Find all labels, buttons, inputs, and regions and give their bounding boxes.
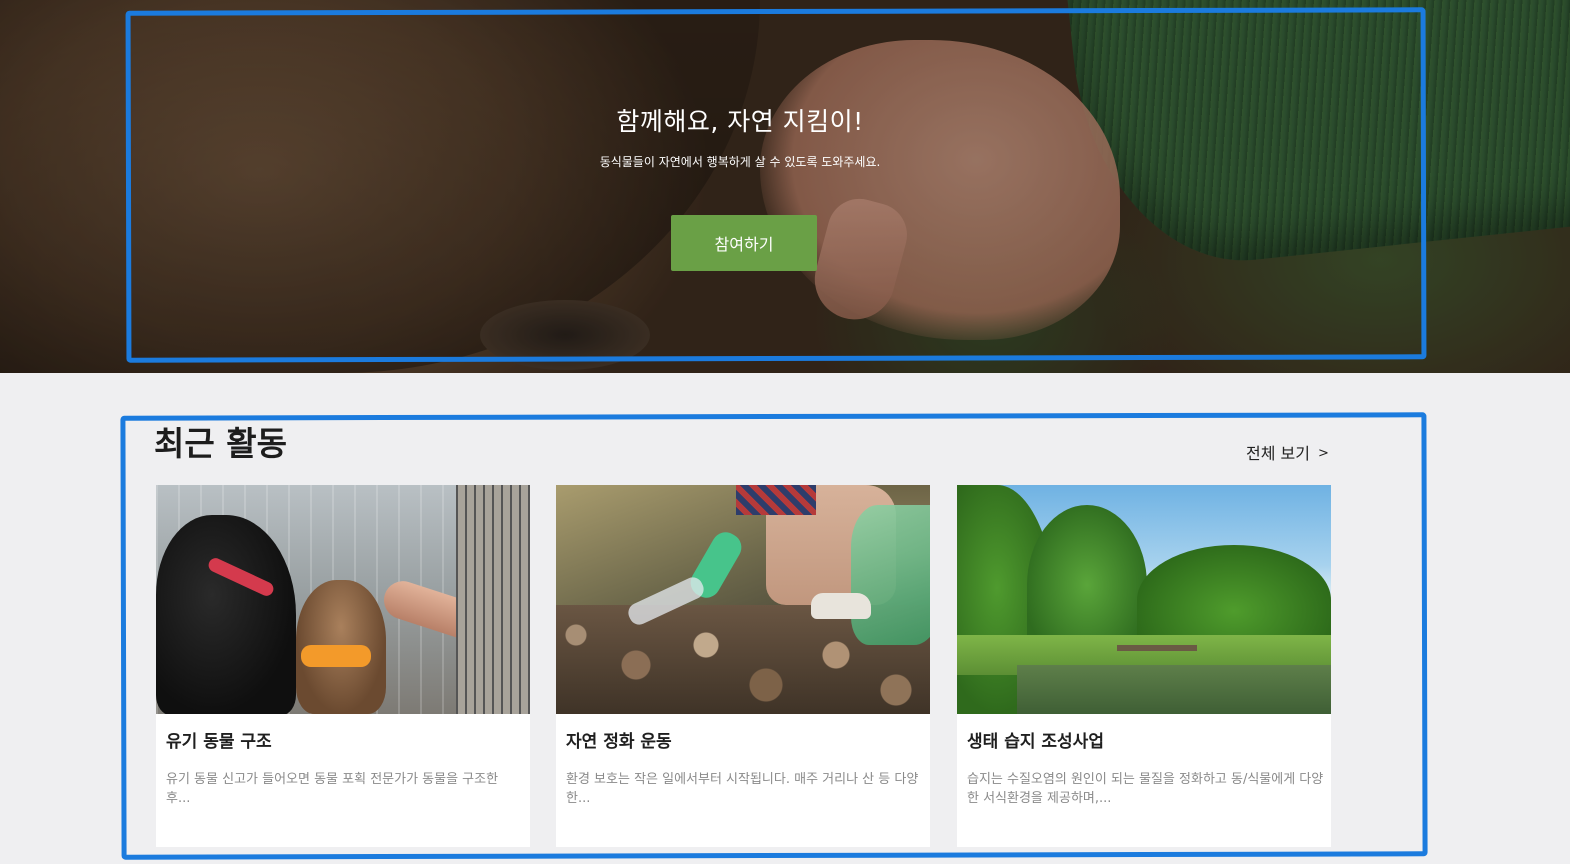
activity-card-nature-cleanup[interactable]: 자연 정화 운동 환경 보호는 작은 일에서부터 시작됩니다. 매주 거리나 산… bbox=[556, 485, 930, 847]
card-description: 습지는 수질오염의 원인이 되는 물질을 정화하고 동/식물에게 다양한 서식환… bbox=[967, 772, 1324, 806]
activity-card-animal-rescue[interactable]: 유기 동물 구조 유기 동물 신고가 들어오면 동물 포획 전문가가 동물을 구… bbox=[156, 485, 530, 847]
sneaker-shape bbox=[811, 593, 871, 619]
chevron-right-icon: > bbox=[1317, 446, 1329, 461]
hero-banner: 함께해요, 자연 지킴이! 동식물들이 자연에서 행복하게 살 수 있도록 도와… bbox=[0, 0, 1570, 373]
section-title: 최근 활동 bbox=[154, 424, 287, 463]
hero-headline: 함께해요, 자연 지킴이! bbox=[616, 107, 864, 136]
card-description: 유기 동물 신고가 들어오면 동물 포획 전문가가 동물을 구조한 후... bbox=[166, 772, 499, 806]
cage-shape bbox=[456, 485, 530, 714]
hero-overlay bbox=[0, 0, 1570, 373]
black-dog-shape bbox=[156, 515, 296, 714]
card-title: 자연 정화 운동 bbox=[566, 732, 672, 752]
wetland-image bbox=[957, 485, 1331, 714]
pond-shape bbox=[1017, 665, 1331, 714]
nature-cleanup-image bbox=[556, 485, 930, 714]
bridge-shape bbox=[1117, 645, 1197, 651]
activity-card-wetland-project[interactable]: 생태 습지 조성사업 습지는 수질오염의 원인이 되는 물질을 정화하고 동/식… bbox=[957, 485, 1331, 847]
orange-bandana-shape bbox=[301, 645, 371, 667]
card-description: 환경 보호는 작은 일에서부터 시작됩니다. 매주 거리나 산 등 다양한... bbox=[566, 772, 919, 806]
card-title: 생태 습지 조성사업 bbox=[967, 732, 1104, 752]
view-all-label: 전체 보기 bbox=[1246, 444, 1310, 463]
plaid-shirt-shape bbox=[736, 485, 816, 515]
hero-subtext: 동식물들이 자연에서 행복하게 살 수 있도록 도와주세요. bbox=[599, 155, 881, 169]
view-all-link[interactable]: 전체 보기 > bbox=[1246, 442, 1329, 466]
card-title: 유기 동물 구조 bbox=[166, 732, 272, 752]
hero-content: 함께해요, 자연 지킴이! 동식물들이 자연에서 행복하게 살 수 있도록 도와… bbox=[440, 100, 1040, 172]
trash-bag-shape bbox=[851, 505, 930, 645]
join-button[interactable]: 참여하기 bbox=[671, 215, 817, 271]
animal-rescue-image bbox=[156, 485, 530, 714]
